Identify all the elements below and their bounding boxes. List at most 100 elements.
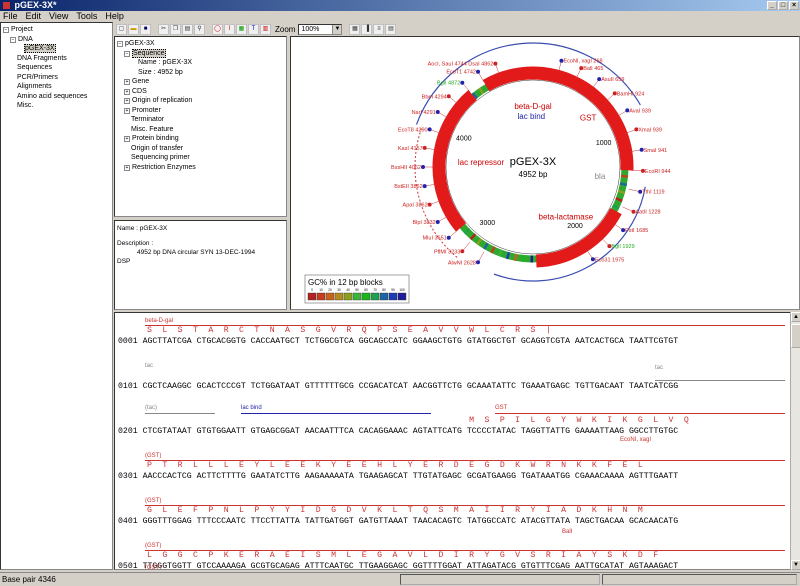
sequence-panel[interactable]: beta-D-gal S L S T A R C T N A S G V R Q …	[114, 312, 791, 570]
restriction-site-label[interactable]: BglI 4872	[437, 81, 460, 87]
expand-icon[interactable]: +	[124, 164, 130, 171]
feature-tree-item[interactable]: + CDS	[117, 87, 284, 97]
circular-map-icon[interactable]: ◯	[212, 23, 223, 35]
list-icon[interactable]: ≡	[373, 23, 385, 35]
scroll-thumb[interactable]	[791, 324, 800, 348]
restriction-site-label[interactable]: KasI 4157	[398, 146, 423, 152]
collapse-icon[interactable]: −	[10, 36, 16, 43]
cut-icon[interactable]: ✂	[158, 23, 169, 35]
text-view-icon[interactable]: T	[248, 23, 259, 35]
restriction-site-label[interactable]: MluI 3651	[423, 236, 447, 242]
feature-tree-item[interactable]: Sequencing primer	[117, 153, 284, 163]
feature-tree-label: Origin of transfer	[131, 144, 184, 152]
restriction-site-label[interactable]: BalI 465	[583, 66, 603, 72]
close-button[interactable]: ×	[789, 1, 799, 10]
project-tree-item[interactable]: PCR/Primers	[3, 73, 110, 83]
menu-tools[interactable]: Tools	[76, 11, 97, 22]
expand-icon[interactable]: +	[124, 136, 130, 142]
restriction-site-label[interactable]: AlwNI 2628	[448, 260, 476, 266]
expand-icon[interactable]: +	[124, 98, 130, 104]
collapse-icon[interactable]: −	[117, 41, 123, 47]
restriction-site-label[interactable]: BbeI 4294	[422, 94, 447, 100]
project-tree-item[interactable]: − DNA	[3, 35, 110, 45]
menu-edit[interactable]: Edit	[26, 11, 42, 22]
zoom-select[interactable]: 100% ▼	[298, 23, 343, 35]
restriction-site-label[interactable]: Eco31 1975	[595, 257, 624, 263]
restriction-site-label[interactable]: AocI, SauI 4744 DsaI 4862	[428, 62, 494, 68]
feature-tree-item[interactable]: + Promoter	[117, 106, 284, 116]
restriction-site-label[interactable]: BlpI 3832	[412, 220, 435, 226]
feature-tree-item[interactable]: + Gene	[117, 77, 284, 87]
restriction-site-label[interactable]: BstEII 3862	[394, 184, 422, 190]
feature-tree-item[interactable]: Name : pGEX-3X	[117, 58, 284, 68]
restriction-site-label[interactable]: BamHI 924	[617, 91, 645, 97]
minimize-button[interactable]: _	[767, 1, 777, 10]
feature-tree-label: Size : 4952 bp	[138, 68, 183, 76]
project-tree-item[interactable]: − Project	[3, 25, 110, 35]
restriction-site-label[interactable]: BssHII 4062	[391, 165, 421, 171]
collapse-icon[interactable]: −	[3, 27, 9, 33]
restriction-site-label[interactable]: TthI 1119	[642, 190, 664, 196]
sequence-view-icon[interactable]: ▥	[260, 23, 271, 35]
feature-tree-item[interactable]: − Sequence	[117, 48, 284, 59]
restriction-site-label[interactable]: EcoT8 4290	[398, 127, 428, 133]
open-folder-icon[interactable]: ▬	[128, 23, 139, 35]
copy-icon[interactable]: ❐	[170, 23, 181, 35]
feature-tree-item[interactable]: Origin of transfer	[117, 144, 284, 154]
project-tree-item[interactable]: Amino acid sequences	[3, 92, 110, 102]
save-icon[interactable]: ■	[140, 23, 151, 35]
restriction-site-label[interactable]: PflMI 3233	[434, 249, 460, 255]
feature-tree-item[interactable]: − pGEX-3X	[117, 39, 284, 49]
project-tree-item[interactable]: Alignments	[3, 82, 110, 92]
feature-arc[interactable]	[576, 79, 634, 171]
project-tree-label: DNA Fragments	[17, 54, 67, 62]
feature-tree-item[interactable]: + Protein binding	[117, 134, 284, 144]
histogram-icon[interactable]: ▐	[361, 23, 373, 35]
project-tree-item[interactable]: Misc.	[3, 101, 110, 111]
paste-icon[interactable]: ▤	[182, 23, 193, 35]
feature-tree-label: Name : pGEX-3X	[138, 59, 193, 66]
restriction-site-label[interactable]: PstI 1685	[625, 228, 648, 234]
find-icon[interactable]: ⚲	[194, 23, 205, 35]
feature-tree-item[interactable]: Terminator	[117, 115, 284, 125]
plasmid-map[interactable]: 1000200030004000pGEX-3X4952 bpbeta-D-gal…	[291, 37, 799, 309]
sequence-line: 0001 AGCTTATCGA CTGCACGGTG CACCAATGCT TC…	[118, 337, 679, 346]
chevron-down-icon[interactable]: ▼	[332, 24, 342, 34]
project-tree-item[interactable]: DNA Fragments	[3, 54, 110, 64]
scroll-down-icon[interactable]: ▼	[791, 560, 800, 570]
feature-tree-item[interactable]: Misc. Feature	[117, 125, 284, 135]
vertical-scrollbar[interactable]: ▲ ▼	[790, 312, 800, 570]
restriction-site-label[interactable]: BglI 1929	[611, 244, 634, 250]
scroll-up-icon[interactable]: ▲	[791, 312, 800, 322]
menu-file[interactable]: File	[3, 11, 18, 22]
linear-map-icon[interactable]: ⌇	[224, 23, 235, 35]
new-file-icon[interactable]: ▢	[116, 23, 127, 35]
restriction-site-label[interactable]: NarI 4291	[412, 110, 436, 116]
project-tree-item[interactable]: Sequences	[3, 63, 110, 73]
restriction-site-label[interactable]: AvaI 939	[629, 108, 651, 114]
feature-tree-item[interactable]: + Origin of replication	[117, 96, 284, 106]
menu-view[interactable]: View	[49, 11, 68, 22]
expand-icon[interactable]: +	[124, 79, 130, 85]
project-tree-item[interactable]: pGEX-3X	[3, 44, 110, 54]
feature-tree-item[interactable]: Size : 4952 bp	[117, 68, 284, 78]
expand-icon[interactable]: +	[124, 107, 130, 114]
restriction-site-label[interactable]: EcoNI, xagI 268	[563, 59, 602, 65]
restriction-site-label[interactable]: EcoRI 944	[645, 169, 671, 175]
feature-icon[interactable]: ▦	[236, 23, 247, 35]
amino-acid-line: L G G C P K E R A E I S M L E G A V L D …	[147, 551, 659, 560]
collapse-icon[interactable]: −	[124, 50, 130, 57]
expand-icon[interactable]: +	[124, 88, 130, 95]
feature-tree-item[interactable]: + Restriction Enzymes	[117, 163, 284, 173]
table-icon[interactable]: ▤	[385, 23, 397, 35]
restriction-site-label[interactable]: XmaI 939	[638, 127, 662, 133]
restriction-site-label[interactable]: AatII 1228	[635, 210, 660, 216]
restriction-site-label[interactable]: EcoT1 4742	[446, 70, 476, 76]
restriction-site-label[interactable]: SmaI 941	[644, 148, 668, 154]
maximize-button[interactable]: □	[778, 1, 788, 10]
restriction-site-label[interactable]: ApaI 3862	[403, 203, 428, 209]
gc-block	[469, 233, 477, 241]
menu-help[interactable]: Help	[105, 11, 124, 22]
restriction-site-label[interactable]: AsuII 659	[601, 77, 624, 83]
grid-view-icon[interactable]: ▦	[349, 23, 361, 35]
